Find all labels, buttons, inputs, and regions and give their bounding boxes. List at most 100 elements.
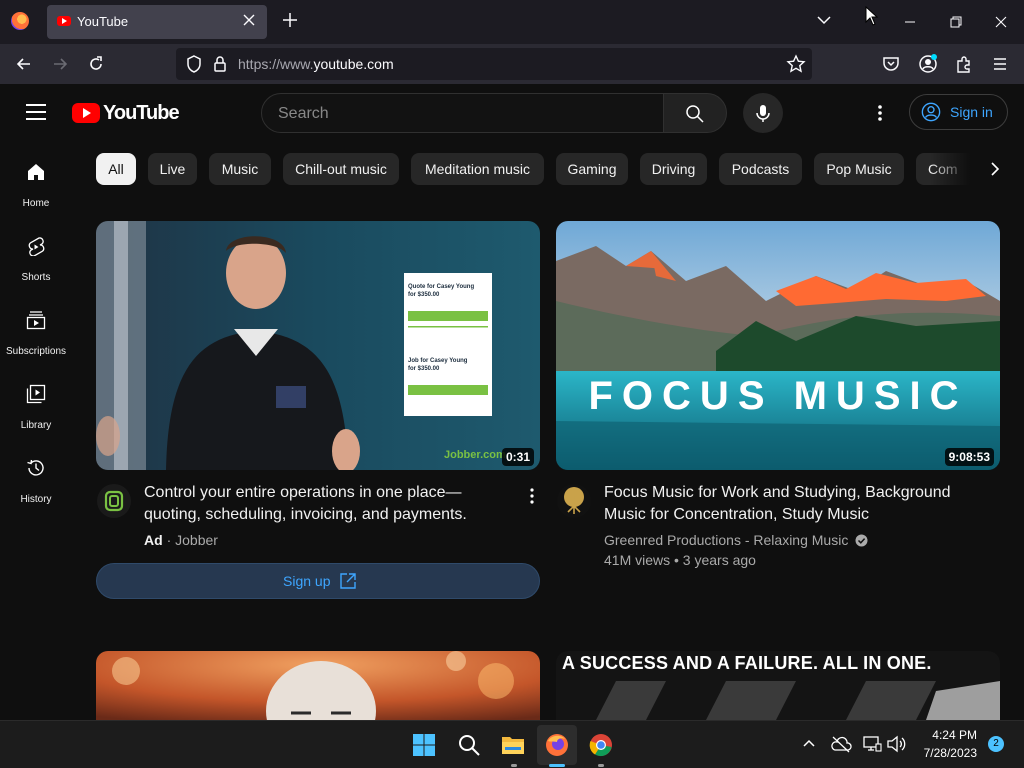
video-action-menu-icon[interactable] <box>522 486 542 506</box>
chip-meditation-music[interactable]: Meditation music <box>411 153 544 185</box>
user-circle-icon <box>921 102 941 122</box>
video-thumbnail-row2-left[interactable] <box>96 651 540 720</box>
file-explorer-icon[interactable] <box>501 733 525 757</box>
verified-check-icon <box>855 534 868 547</box>
video-stats: 41M views • 3 years ago <box>604 552 756 568</box>
chip-all[interactable]: All <box>96 153 136 185</box>
taskbar-firefox-icon[interactable] <box>545 733 569 757</box>
onedrive-cloud-icon[interactable] <box>830 735 852 753</box>
search-button[interactable] <box>663 93 727 133</box>
video-title-line: Control your entire operations in one pl… <box>144 484 462 501</box>
taskbar-search-icon[interactable] <box>457 733 481 757</box>
sidebar-item-history[interactable]: History <box>0 444 72 514</box>
channel-name[interactable]: Greenred Productions - Relaxing Music <box>604 532 848 548</box>
forward-icon[interactable] <box>50 54 70 74</box>
close-window-icon[interactable] <box>989 10 1013 34</box>
mini-guide-sidebar: Home Shorts Subscriptions Library Histor… <box>0 142 72 720</box>
sidebar-item-label: Home <box>22 198 50 209</box>
chip-podcasts[interactable]: Podcasts <box>719 153 802 185</box>
running-app-indicator <box>598 764 604 767</box>
jobber-watermark: Jobber.com <box>444 449 506 461</box>
voice-search-button[interactable] <box>743 93 783 133</box>
sign-in-button[interactable]: Sign in <box>909 94 1008 130</box>
channel-avatar-jobber[interactable] <box>97 484 131 518</box>
tree-logo-icon <box>564 487 584 514</box>
chip-music[interactable]: Music <box>209 153 271 185</box>
new-tab-button[interactable] <box>280 11 300 31</box>
ad-separator: · <box>166 532 172 548</box>
firefox-icon[interactable] <box>11 12 29 30</box>
account-icon[interactable] <box>918 54 938 74</box>
network-icon[interactable] <box>862 735 882 753</box>
ad-channel-name[interactable]: Jobber <box>175 532 218 548</box>
chip-pop-music[interactable]: Pop Music <box>814 153 904 185</box>
sidebar-item-label: Subscriptions <box>5 346 67 357</box>
video-thumbnail-jobber-ad[interactable]: Quote for Casey Young for $350.00 Job fo… <box>96 221 540 470</box>
mock-quote-amount: for $350.00 <box>408 292 440 298</box>
app-menu-icon[interactable] <box>990 54 1010 74</box>
search-input[interactable]: Search <box>261 93 664 133</box>
sign-up-label: Sign up <box>283 573 331 589</box>
library-icon <box>26 384 46 404</box>
microphone-icon <box>756 105 770 122</box>
sidebar-item-subscriptions[interactable]: Subscriptions <box>0 296 72 366</box>
volume-icon[interactable] <box>886 735 906 753</box>
clock-time[interactable]: 4:24 PM <box>905 728 977 742</box>
video-title[interactable]: Control your entire operations in one pl… <box>144 482 494 526</box>
tab-title: YouTube <box>77 14 129 29</box>
url-bar[interactable]: https://www.youtube.com <box>176 48 812 80</box>
ad-meta: Ad · Jobber <box>144 532 218 548</box>
notification-count-badge[interactable]: 2 <box>988 736 1004 752</box>
browser-tab-youtube[interactable]: YouTube <box>47 5 267 39</box>
active-app-indicator <box>549 764 565 767</box>
sidebar-item-shorts[interactable]: Shorts <box>0 222 72 292</box>
lock-icon[interactable] <box>210 54 230 74</box>
chip-next-arrow-icon[interactable] <box>980 155 1010 183</box>
chip-chill-out-music[interactable]: Chill-out music <box>283 153 399 185</box>
mouse-cursor-icon <box>865 5 889 30</box>
windows-start-icon[interactable] <box>412 733 436 757</box>
video-duration: 0:31 <box>501 448 534 466</box>
close-tab-icon[interactable] <box>239 11 259 31</box>
guide-menu-icon[interactable] <box>26 104 46 120</box>
ad-sign-up-button[interactable]: Sign up <box>96 563 540 599</box>
sidebar-item-label: Shorts <box>21 272 51 283</box>
windows-taskbar: 4:24 PM 7/28/2023 2 <box>0 720 1024 768</box>
chip-live[interactable]: Live <box>148 153 197 185</box>
sign-in-label: Sign in <box>950 104 993 120</box>
settings-more-icon[interactable] <box>870 103 890 123</box>
taskbar-chrome-icon[interactable] <box>589 733 613 757</box>
reload-icon[interactable] <box>86 54 106 74</box>
external-link-icon <box>340 573 356 589</box>
chip-driving[interactable]: Driving <box>640 153 707 185</box>
thumbnail-overlay-text: FOCUS MUSIC <box>588 374 968 418</box>
extensions-icon[interactable] <box>954 54 974 74</box>
restore-window-icon[interactable] <box>944 10 968 34</box>
search-icon <box>686 105 704 123</box>
channel-avatar-greenred[interactable] <box>557 484 591 518</box>
channel-name-row: Greenred Productions - Relaxing Music <box>604 532 868 548</box>
show-hidden-icons-chevron-icon[interactable] <box>800 735 818 753</box>
mock-job-title: Job for Casey Young <box>408 358 468 364</box>
sidebar-item-home[interactable]: Home <box>0 148 72 218</box>
video-duration: 9:08:53 <box>944 448 994 466</box>
url-text: https://www.youtube.com <box>238 56 394 72</box>
youtube-header: YouTube Search Sign in <box>0 84 1024 142</box>
chip-gaming[interactable]: Gaming <box>556 153 628 185</box>
pocket-icon[interactable] <box>881 54 901 74</box>
mock-quote-title: Quote for Casey Young <box>408 284 475 290</box>
sidebar-item-label: History <box>20 494 52 505</box>
youtube-wordmark: YouTube <box>103 102 180 124</box>
subscriptions-icon <box>26 311 46 330</box>
sidebar-item-library[interactable]: Library <box>0 370 72 440</box>
video-thumbnail-row2-right[interactable]: A SUCCESS AND A FAILURE. ALL IN ONE. <box>556 651 1000 720</box>
shorts-icon <box>28 237 45 256</box>
video-title[interactable]: Focus Music for Work and Studying, Backg… <box>604 482 984 526</box>
bookmark-star-icon[interactable] <box>786 54 806 74</box>
video-thumbnail-focus-music[interactable]: FOCUS MUSIC 9:08:53 <box>556 221 1000 470</box>
list-all-tabs-icon[interactable] <box>816 12 836 32</box>
back-icon[interactable] <box>14 54 34 74</box>
clock-date[interactable]: 7/28/2023 <box>905 746 977 760</box>
tracking-protection-shield-icon[interactable] <box>184 54 204 74</box>
minimize-window-icon[interactable] <box>898 10 922 34</box>
